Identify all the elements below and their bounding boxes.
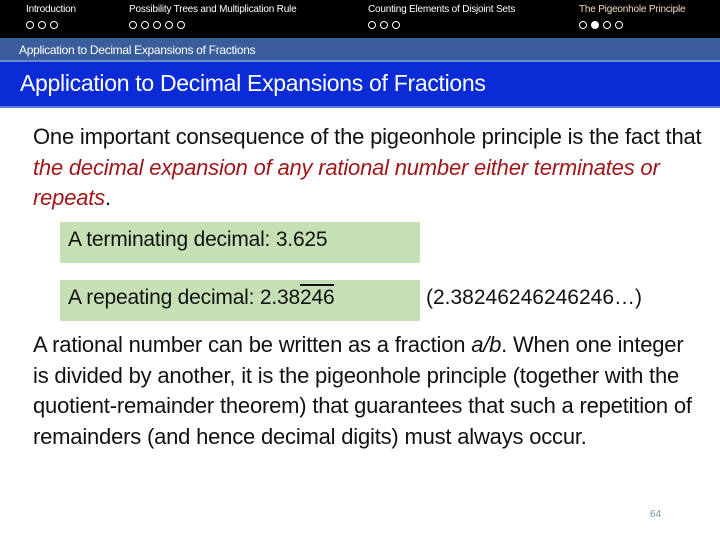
nav-frame-dot[interactable] [579,21,587,29]
subsection-title[interactable]: Application to Decimal Expansions of Fra… [19,43,256,57]
terminating-decimal-box: A terminating decimal: 3.625 [60,222,420,263]
fraction: a/b [471,332,502,357]
text: One important consequence of the pigeonh… [33,124,702,149]
repeating-expansion: (2.38246246246246…) [426,286,643,309]
text: A repeating decimal: 2.38 [68,286,300,309]
nav-dots [129,21,185,29]
nav-frame-dot[interactable] [153,21,161,29]
nav-frame-dot[interactable] [26,21,34,29]
text: A rational number can be written as a fr… [33,332,472,357]
page-number: 64 [650,509,662,520]
nav-section-2[interactable]: Possibility Trees and Multiplication Rul… [129,4,297,15]
nav-dots [579,21,623,29]
paragraph-rational: A rational number can be written as a fr… [33,330,703,452]
nav-section-3[interactable]: Counting Elements of Disjoint Sets [368,4,515,15]
repeating-decimal-box: A repeating decimal: 2.38246 [60,280,420,321]
nav-frame-dot[interactable] [368,21,376,29]
emphasis-text: the decimal expansion of any rational nu… [33,154,660,211]
frame-title-bar: Application to Decimal Expansions of Fra… [0,62,720,108]
nav-dots [368,21,400,29]
nav-frame-dot[interactable] [177,21,185,29]
nav-frame-dot[interactable] [392,21,400,29]
frame-title: Application to Decimal Expansions of Fra… [20,70,486,96]
nav-frame-dot[interactable] [129,21,137,29]
nav-frame-dot[interactable] [50,21,58,29]
nav-section-1[interactable]: Introduction [26,4,76,15]
section-navigation: Introduction Possibility Trees and Multip… [0,0,720,38]
nav-frame-dot[interactable] [380,21,388,29]
subsection-bar: Application to Decimal Expansions of Fra… [0,38,720,62]
text: . [104,185,111,210]
nav-frame-dot[interactable] [165,21,173,29]
nav-frame-dot[interactable] [591,21,599,29]
nav-frame-dot[interactable] [603,21,611,29]
nav-section-4[interactable]: The Pigeonhole Principle [579,4,686,15]
nav-frame-dot[interactable] [615,21,623,29]
repeating-digits: 246 [300,284,335,309]
paragraph-consequence: One important consequence of the pigeonh… [33,122,703,214]
nav-frame-dot[interactable] [38,21,46,29]
nav-dots [26,21,58,29]
nav-frame-dot[interactable] [141,21,149,29]
